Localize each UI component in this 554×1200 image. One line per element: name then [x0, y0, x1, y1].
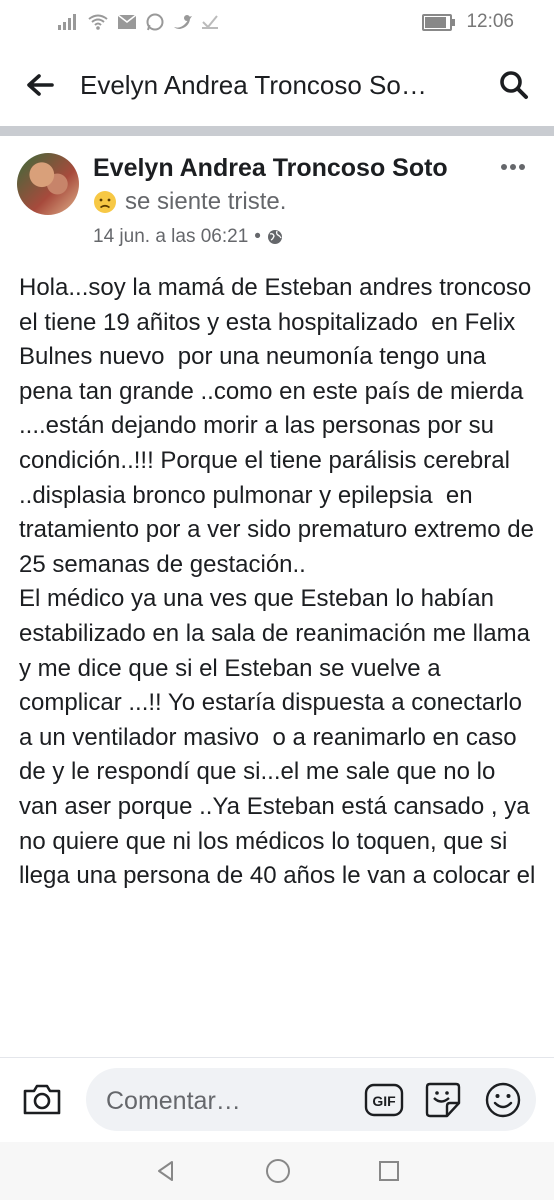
meta-separator: • — [254, 226, 261, 247]
gif-label: GIF — [372, 1093, 396, 1109]
sticker-button[interactable] — [423, 1081, 463, 1124]
header-divider — [0, 126, 554, 136]
back-triangle-icon[interactable] — [154, 1159, 178, 1183]
author-name[interactable]: Evelyn Andrea Troncoso Soto — [93, 154, 448, 183]
check-icon — [202, 15, 218, 29]
status-time: 12:06 — [466, 11, 514, 32]
twitter-icon — [174, 14, 192, 29]
mail-icon — [118, 15, 136, 29]
feeling-text: se siente triste. — [125, 188, 287, 215]
post-options-button[interactable] — [500, 158, 526, 176]
signal-icon — [58, 14, 76, 30]
back-button[interactable] — [0, 44, 80, 126]
feeling: se siente triste. — [93, 188, 286, 216]
battery-icon — [422, 13, 456, 31]
more-dots-icon — [501, 164, 525, 170]
post-body-text: Hola...soy la mamá de Esteban andres tro… — [19, 274, 536, 890]
app-header: Evelyn Andrea Troncoso So… — [0, 44, 554, 126]
status-bar: 12:06 — [0, 0, 554, 44]
search-button[interactable] — [474, 44, 554, 126]
post-header: Evelyn Andrea Troncoso Soto se siente tr… — [0, 136, 554, 256]
emoji-button[interactable] — [485, 1082, 521, 1123]
post-date[interactable]: 14 jun. a las 06:21 — [93, 226, 248, 248]
whatsapp-icon — [146, 13, 164, 31]
gif-icon: GIF — [364, 1083, 404, 1117]
sad-face-icon — [94, 191, 116, 213]
search-icon — [500, 71, 528, 99]
comment-box[interactable]: Comentar… GIF — [86, 1068, 536, 1131]
avatar[interactable] — [17, 153, 79, 215]
system-nav-bar — [0, 1142, 554, 1200]
arrow-left-icon — [27, 74, 54, 96]
smiley-icon — [485, 1082, 521, 1118]
sticker-icon — [425, 1082, 461, 1118]
wifi-icon — [88, 14, 108, 30]
gif-button[interactable]: GIF — [364, 1083, 404, 1122]
comment-input[interactable]: Comentar… — [106, 1087, 241, 1116]
status-icons — [58, 13, 218, 31]
header-title: Evelyn Andrea Troncoso So… — [80, 69, 427, 100]
comment-composer: Comentar… GIF — [0, 1057, 554, 1143]
recents-square-icon[interactable] — [378, 1160, 400, 1182]
post-meta: 14 jun. a las 06:21 • — [93, 226, 283, 248]
home-circle-icon[interactable] — [265, 1158, 291, 1184]
camera-button[interactable] — [22, 1082, 62, 1121]
camera-icon — [23, 1084, 61, 1115]
globe-icon — [267, 230, 282, 244]
